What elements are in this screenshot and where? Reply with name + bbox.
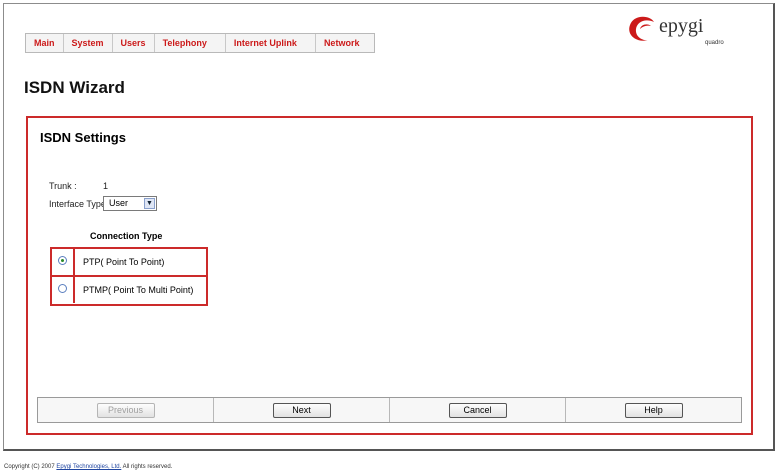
menu-users[interactable]: Users xyxy=(113,34,155,52)
connection-option-row[interactable]: PTMP( Point To Multi Point) xyxy=(52,277,206,303)
trunk-value: 1 xyxy=(103,181,109,191)
trunk-label: Trunk : xyxy=(49,181,77,191)
option-label-ptp: PTP( Point To Point) xyxy=(83,257,165,267)
menu-system[interactable]: System xyxy=(64,34,113,52)
interface-type-value: User xyxy=(109,198,129,208)
connection-option-row[interactable]: PTP( Point To Point) xyxy=(52,249,206,277)
menu-network[interactable]: Network xyxy=(316,34,375,52)
menu-main[interactable]: Main xyxy=(26,34,64,52)
menu-internet-uplink[interactable]: Internet Uplink xyxy=(226,34,316,52)
logo-subtext: quadro xyxy=(705,40,724,46)
btn-cell: Previous xyxy=(38,398,214,422)
interface-type-label: Interface Type xyxy=(49,199,106,209)
btn-cell: Help xyxy=(566,398,741,422)
page-title: ISDN Wizard xyxy=(24,78,125,97)
menu-telephony[interactable]: Telephony xyxy=(155,34,226,52)
btn-cell: Next xyxy=(214,398,390,422)
logo-mark-icon xyxy=(629,16,654,41)
radio-cell xyxy=(52,277,75,303)
help-button[interactable]: Help xyxy=(624,403,683,418)
section-title: ISDN Settings xyxy=(40,130,126,145)
interface-type-select[interactable]: User ▼ xyxy=(103,196,157,211)
wizard-button-bar: Previous Next Cancel Help xyxy=(37,397,742,423)
connection-type-table: PTP( Point To Point) PTMP( Point To Mult… xyxy=(50,247,208,306)
epygi-logo: epygi quadro xyxy=(626,14,746,54)
chevron-down-icon[interactable]: ▼ xyxy=(144,198,155,209)
radio-ptp[interactable] xyxy=(58,256,67,265)
footer-suffix: All rights reserved. xyxy=(122,464,173,470)
next-button[interactable]: Next xyxy=(272,403,331,418)
previous-button[interactable]: Previous xyxy=(96,403,155,418)
footer-prefix: Copyright (C) 2007 xyxy=(4,464,55,470)
radio-cell xyxy=(52,249,75,275)
logo-text: epygi xyxy=(659,15,704,37)
main-menu: Main System Users Telephony Internet Upl… xyxy=(25,33,376,53)
copyright-footer: Copyright (C) 2007 Epygi Technologies, L… xyxy=(4,464,172,470)
connection-type-title: Connection Type xyxy=(90,231,163,241)
option-label-ptmp: PTMP( Point To Multi Point) xyxy=(83,285,194,295)
cancel-button[interactable]: Cancel xyxy=(448,403,507,418)
radio-ptmp[interactable] xyxy=(58,284,67,293)
btn-cell: Cancel xyxy=(390,398,566,422)
footer-company-link[interactable]: Epygi Technologies, Ltd. xyxy=(56,464,121,470)
